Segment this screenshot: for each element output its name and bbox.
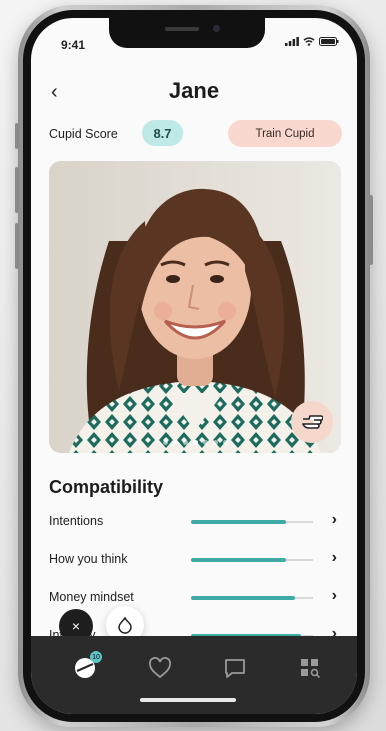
home-indicator: [140, 698, 236, 702]
hand-pointing-icon: [302, 415, 323, 429]
compatibility-row-label: Money mindset: [49, 590, 134, 604]
tab-grid[interactable]: [296, 654, 324, 682]
photo-page-dot[interactable]: [222, 440, 228, 445]
signal-icon: [285, 37, 299, 46]
compatibility-row-money-mindset[interactable]: Money mindset ›: [49, 587, 341, 609]
photo-page-dot[interactable]: [212, 440, 218, 445]
chevron-right-icon: ›: [331, 511, 337, 528]
speaker-grille: [165, 27, 199, 31]
front-camera: [213, 25, 220, 32]
phone-bezel: 9:41 ‹ Jane Cupid Score 8.7 Train Cupid …: [23, 10, 365, 722]
status-icons: [285, 37, 339, 46]
photo-page-dot[interactable]: [182, 440, 188, 445]
flame-outline-icon: [118, 616, 132, 634]
phone-frame: 9:41 ‹ Jane Cupid Score 8.7 Train Cupid …: [15, 5, 373, 727]
chat-bubble-icon: [225, 659, 245, 678]
cupid-score-badge: 8.7: [142, 120, 183, 146]
photo-page-dot[interactable]: [162, 440, 168, 445]
battery-icon: [319, 37, 339, 46]
photo-page-dot[interactable]: [192, 440, 198, 445]
compatibility-row-label: How you think: [49, 552, 128, 566]
page-title: Jane: [168, 78, 220, 103]
chevron-right-icon: ›: [331, 587, 337, 604]
notification-badge: 10: [90, 651, 102, 663]
compatibility-bar: [191, 558, 313, 562]
photo-page-indicator: [49, 440, 341, 445]
compatibility-bar-fill: [191, 596, 295, 600]
compatibility-bar: [191, 596, 313, 600]
profile-photo[interactable]: [49, 161, 341, 453]
compatibility-bar-fill: [191, 558, 287, 562]
chevron-right-icon: ›: [331, 549, 337, 566]
notch: [109, 18, 265, 48]
train-cupid-button[interactable]: Train Cupid: [228, 120, 342, 147]
side-button-volume-down: [15, 223, 19, 269]
grid-search-icon: [301, 659, 321, 679]
side-button-silent: [15, 123, 19, 149]
send-button[interactable]: [291, 401, 333, 443]
compatibility-bar-fill: [191, 520, 287, 524]
compatibility-row-how-you-think[interactable]: How you think ›: [49, 549, 341, 571]
tab-discover[interactable]: 10: [71, 651, 102, 682]
close-icon: ×: [71, 618, 81, 634]
tab-bar: 10: [31, 636, 357, 714]
side-button-power: [369, 195, 373, 265]
compatibility-row-intentions[interactable]: Intentions ›: [49, 511, 341, 533]
photo-page-dot[interactable]: [202, 440, 208, 445]
cupid-score-label: Cupid Score: [49, 127, 118, 141]
wifi-icon: [303, 37, 315, 46]
photo-page-dot[interactable]: [172, 440, 178, 445]
side-button-volume-up: [15, 167, 19, 213]
compatibility-row-label: Intentions: [49, 514, 104, 528]
tab-messages[interactable]: [221, 654, 249, 682]
tab-likes[interactable]: [146, 654, 174, 682]
status-time: 9:41: [61, 38, 86, 52]
compatibility-bar: [191, 520, 313, 524]
heart-icon: [149, 657, 171, 679]
app-screen: 9:41 ‹ Jane Cupid Score 8.7 Train Cupid …: [31, 18, 357, 714]
compatibility-title: Compatibility: [49, 477, 164, 497]
